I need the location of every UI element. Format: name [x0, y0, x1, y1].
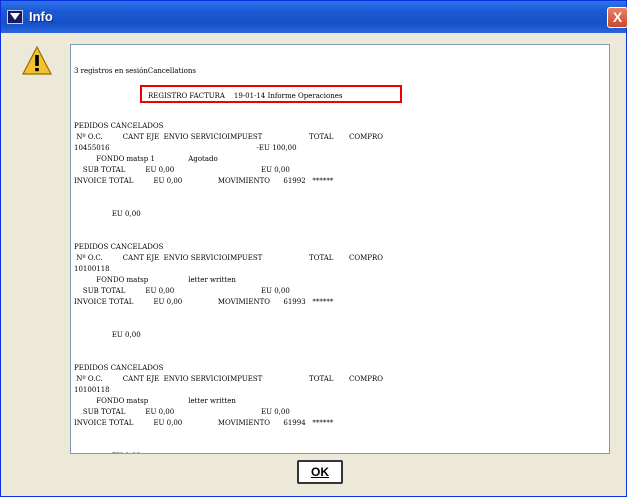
report-text-area[interactable]: 3 registros en sesiónCancellations REGIST…: [70, 44, 610, 454]
report-line: EU 0,00: [74, 331, 141, 339]
report-line: Nº O.C. CANT EJE ENVIO SERVICIOIMPUEST T…: [74, 375, 383, 383]
info-dialog: Info X 3 registros en sesiónCancellation…: [0, 0, 627, 497]
report-line: EU 0,00: [74, 452, 141, 453]
highlight-box: [140, 85, 402, 103]
report-line: EU 0,00: [74, 210, 141, 218]
report-line: 3 registros en sesiónCancellations: [74, 67, 196, 75]
app-icon: [7, 10, 23, 24]
report-line: SUB TOTAL EU 0,00 EU 0,00: [74, 408, 290, 416]
report-line: 10100118: [74, 386, 110, 394]
report-line: 10100118: [74, 265, 110, 273]
report-line: PEDIDOS CANCELADOS: [74, 243, 164, 251]
scroll-up-icon[interactable]: [609, 46, 610, 63]
report-line: INVOICE TOTAL EU 0,00 MOVIMIENTO 61994 *…: [74, 419, 334, 427]
report-line: SUB TOTAL EU 0,00 EU 0,00: [74, 287, 290, 295]
report-line: PEDIDOS CANCELADOS: [74, 364, 164, 372]
report-line: FONDO matsp 1 Agotado: [74, 155, 218, 163]
report-line: 10455016 -EU 100,00: [74, 144, 297, 152]
report-line: INVOICE TOTAL EU 0,00 MOVIMIENTO 61992 *…: [74, 177, 334, 185]
ok-button-label: OK: [311, 465, 329, 479]
scroll-down-icon[interactable]: [609, 435, 610, 452]
report-line: INVOICE TOTAL EU 0,00 MOVIMIENTO 61993 *…: [74, 298, 334, 306]
vertical-scrollbar[interactable]: [609, 46, 610, 452]
scrollbar-track[interactable]: [609, 63, 610, 435]
report-line: FONDO matsp letter written: [74, 276, 236, 284]
warning-icon: [22, 45, 52, 75]
report-line: FONDO matsp letter written: [74, 397, 236, 405]
report-line: Nº O.C. CANT EJE ENVIO SERVICIOIMPUEST T…: [74, 133, 383, 141]
report-line: SUB TOTAL EU 0,00 EU 0,00: [74, 166, 290, 174]
title-bar[interactable]: Info X: [1, 1, 627, 33]
dialog-title: Info: [29, 9, 53, 24]
report-line: PEDIDOS CANCELADOS: [74, 122, 164, 130]
report-line: Nº O.C. CANT EJE ENVIO SERVICIOIMPUEST T…: [74, 254, 383, 262]
close-button[interactable]: X: [607, 7, 627, 28]
ok-button[interactable]: OK: [297, 460, 343, 484]
